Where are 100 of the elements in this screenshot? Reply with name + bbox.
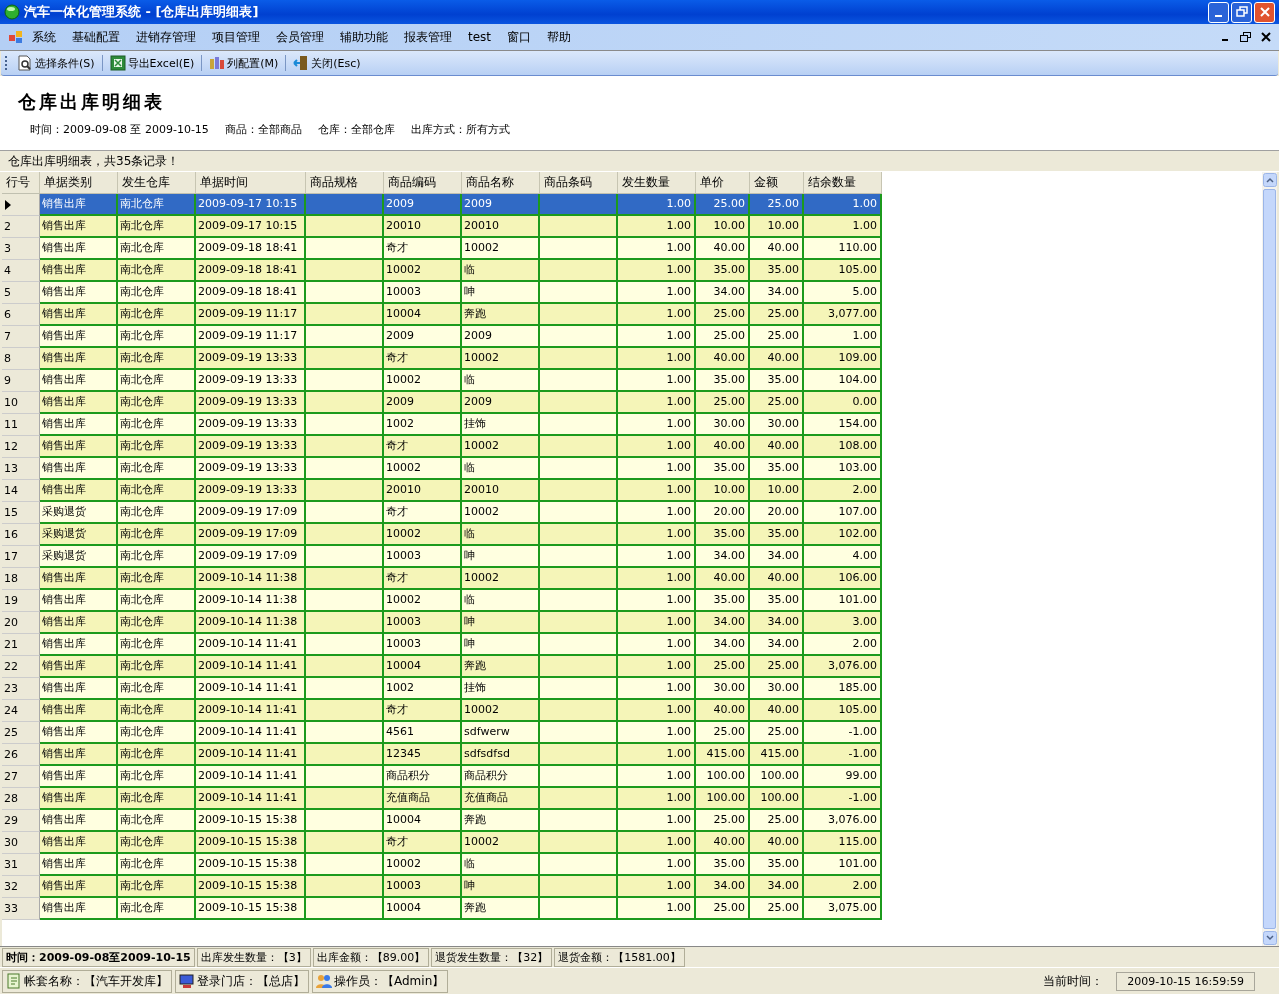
row-number: 31 bbox=[4, 856, 18, 873]
toolbar-button[interactable]: 关闭(Esc) bbox=[290, 54, 364, 72]
table-row[interactable]: 28 销售出库 南北仓库 2009-10-14 11:41 充值商品 充值商品 1.00 100.00 100.00 -1.00 bbox=[2, 788, 882, 810]
menu-item[interactable]: 帮助 bbox=[539, 26, 580, 48]
table-row[interactable]: 3 销售出库 南北仓库 2009-09-18 18:41 奇才 10002 1.00 40.00 40.00 110.00 bbox=[2, 238, 882, 260]
restore-button[interactable] bbox=[1231, 1, 1252, 23]
status-panel: 操作员：【Admin】 bbox=[312, 969, 449, 993]
menu-item[interactable]: 项目管理 bbox=[204, 26, 268, 48]
menu-item[interactable]: test bbox=[460, 28, 500, 46]
table-cell: 奇才 bbox=[386, 505, 408, 518]
table-row[interactable]: 5 销售出库 南北仓库 2009-09-18 18:41 10003 呻 1.00 34.00 34.00 5.00 bbox=[2, 282, 882, 304]
table-row[interactable]: 14 销售出库 南北仓库 2009-09-19 13:33 20010 20010 1.00 10.00 10.00 2.00 bbox=[2, 480, 882, 502]
table-cell: 4.00 bbox=[852, 549, 877, 562]
column-header[interactable]: 金额 bbox=[750, 172, 804, 193]
close-icon[interactable] bbox=[1261, 32, 1271, 42]
table-row[interactable]: 19 销售出库 南北仓库 2009-10-14 11:38 10002 临 1.00 35.00 35.00 101.00 bbox=[2, 590, 882, 612]
table-row[interactable]: 25 销售出库 南北仓库 2009-10-14 11:41 4561 sdfwerw 1.00 25.00 25.00 -1.00 bbox=[2, 722, 882, 744]
column-header[interactable]: 商品规格 bbox=[306, 172, 384, 193]
minimize-button[interactable] bbox=[1208, 1, 1229, 23]
table-row[interactable]: 26 销售出库 南北仓库 2009-10-14 11:41 12345 sdfsdfsd 1.00 415.00 415.00 -1.00 bbox=[2, 744, 882, 766]
table-row[interactable]: 31 销售出库 南北仓库 2009-10-15 15:38 10002 临 1.00 35.00 35.00 101.00 bbox=[2, 854, 882, 876]
table-row[interactable]: 24 销售出库 南北仓库 2009-10-14 11:41 奇才 10002 1.00 40.00 40.00 105.00 bbox=[2, 700, 882, 722]
table-row[interactable]: 15 采购退货 南北仓库 2009-09-19 17:09 奇才 10002 1.00 20.00 20.00 107.00 bbox=[2, 502, 882, 524]
table-cell: 奇才 bbox=[386, 351, 408, 364]
column-header[interactable]: 单据类别 bbox=[40, 172, 118, 193]
table-row[interactable]: 29 销售出库 南北仓库 2009-10-15 15:38 10004 奔跑 1.00 25.00 25.00 3,076.00 bbox=[2, 810, 882, 832]
menu-item[interactable]: 窗口 bbox=[499, 26, 540, 48]
table-row[interactable]: 22 销售出库 南北仓库 2009-10-14 11:41 10004 奔跑 1.00 25.00 25.00 3,076.00 bbox=[2, 656, 882, 678]
summary-field: 退货发生数量：【32】 bbox=[431, 947, 553, 967]
table-cell: 2009-09-19 13:33 bbox=[198, 395, 298, 408]
table-cell: 2009-10-14 11:41 bbox=[198, 747, 298, 760]
vertical-scrollbar[interactable] bbox=[1262, 172, 1277, 946]
restore-icon[interactable] bbox=[1240, 32, 1251, 42]
close-button[interactable] bbox=[1254, 1, 1275, 23]
menu-item[interactable]: 基础配置 bbox=[64, 26, 128, 48]
table-cell: 108.00 bbox=[838, 439, 877, 452]
column-header[interactable]: 发生数量 bbox=[618, 172, 696, 193]
toolbar-button[interactable]: 选择条件(S) bbox=[14, 54, 98, 72]
row-number: 16 bbox=[4, 526, 18, 543]
menu-item[interactable]: 进销存管理 bbox=[128, 26, 204, 48]
column-header[interactable]: 单价 bbox=[696, 172, 750, 193]
table-cell: 25.00 bbox=[713, 307, 745, 320]
table-cell: 40.00 bbox=[767, 241, 799, 254]
table-row[interactable]: 16 采购退货 南北仓库 2009-09-19 17:09 10002 临 1.00 35.00 35.00 102.00 bbox=[2, 524, 882, 546]
toolbar-button[interactable]: 列配置(M) bbox=[206, 54, 282, 72]
scroll-down-icon[interactable] bbox=[1262, 931, 1277, 945]
table-row[interactable]: 销售出库 南北仓库 2009-09-17 10:15 2009 2009 1.00 25.00 25.00 1.00 bbox=[2, 194, 882, 216]
columns-icon bbox=[209, 55, 226, 71]
menu-item[interactable]: 辅助功能 bbox=[332, 26, 396, 48]
table-row[interactable]: 18 销售出库 南北仓库 2009-10-14 11:38 奇才 10002 1.00 40.00 40.00 106.00 bbox=[2, 568, 882, 590]
table-cell: 10002 bbox=[464, 351, 499, 364]
table-row[interactable]: 11 销售出库 南北仓库 2009-09-19 13:33 1002 挂饰 1.00 30.00 30.00 154.00 bbox=[2, 414, 882, 436]
table-row[interactable]: 30 销售出库 南北仓库 2009-10-15 15:38 奇才 10002 1.00 40.00 40.00 115.00 bbox=[2, 832, 882, 854]
menu-item[interactable]: 系统 bbox=[24, 26, 64, 48]
summary-field: 出库发生数量：【3】 bbox=[196, 947, 311, 967]
row-number: 30 bbox=[4, 834, 18, 851]
row-number: 25 bbox=[4, 724, 18, 741]
table-row[interactable]: 6 销售出库 南北仓库 2009-09-19 11:17 10004 奔跑 1.00 25.00 25.00 3,077.00 bbox=[2, 304, 882, 326]
table-cell: 南北仓库 bbox=[120, 791, 164, 804]
table-row[interactable]: 33 销售出库 南北仓库 2009-10-15 15:38 10004 奔跑 1.00 25.00 25.00 3,075.00 bbox=[2, 898, 882, 920]
column-header[interactable]: 商品编码 bbox=[384, 172, 462, 193]
column-header[interactable]: 发生仓库 bbox=[118, 172, 196, 193]
column-header[interactable]: 结余数量 bbox=[804, 172, 882, 193]
table-cell: 35.00 bbox=[767, 527, 799, 540]
table-row[interactable]: 32 销售出库 南北仓库 2009-10-15 15:38 10003 呻 1.00 34.00 34.00 2.00 bbox=[2, 876, 882, 898]
table-row[interactable]: 8 销售出库 南北仓库 2009-09-19 13:33 奇才 10002 1.00 40.00 40.00 109.00 bbox=[2, 348, 882, 370]
table-row[interactable]: 2 销售出库 南北仓库 2009-09-17 10:15 20010 20010 1.00 10.00 10.00 1.00 bbox=[2, 216, 882, 238]
table-row[interactable]: 27 销售出库 南北仓库 2009-10-14 11:41 商品积分 商品积分 1.00 100.00 100.00 99.00 bbox=[2, 766, 882, 788]
table-cell: 30.00 bbox=[767, 417, 799, 430]
table-cell: 1.00 bbox=[666, 329, 691, 342]
table-cell: 10002 bbox=[386, 373, 421, 386]
table-cell: 销售出库 bbox=[42, 219, 86, 232]
scroll-up-icon[interactable] bbox=[1262, 173, 1277, 187]
menu-item[interactable]: 会员管理 bbox=[268, 26, 332, 48]
window-menu-icon[interactable] bbox=[8, 30, 24, 44]
table-row[interactable]: 4 销售出库 南北仓库 2009-09-18 18:41 10002 临 1.00 35.00 35.00 105.00 bbox=[2, 260, 882, 282]
table-cell: 2.00 bbox=[852, 637, 877, 650]
table-cell: 35.00 bbox=[767, 373, 799, 386]
column-header[interactable]: 行号 bbox=[2, 172, 40, 193]
table-row[interactable]: 10 销售出库 南北仓库 2009-09-19 13:33 2009 2009 1.00 25.00 25.00 0.00 bbox=[2, 392, 882, 414]
table-cell: 10.00 bbox=[767, 219, 799, 232]
row-number: 27 bbox=[4, 768, 18, 785]
row-number: 5 bbox=[4, 284, 11, 301]
column-header[interactable]: 商品条码 bbox=[540, 172, 618, 193]
table-cell: 1.00 bbox=[666, 725, 691, 738]
menu-item[interactable]: 报表管理 bbox=[396, 26, 460, 48]
column-header[interactable]: 单据时间 bbox=[196, 172, 306, 193]
column-header[interactable]: 商品名称 bbox=[462, 172, 540, 193]
table-cell: 采购退货 bbox=[42, 505, 86, 518]
table-cell: 销售出库 bbox=[42, 681, 86, 694]
table-row[interactable]: 9 销售出库 南北仓库 2009-09-19 13:33 10002 临 1.00 35.00 35.00 104.00 bbox=[2, 370, 882, 392]
table-row[interactable]: 21 销售出库 南北仓库 2009-10-14 11:41 10003 呻 1.00 34.00 34.00 2.00 bbox=[2, 634, 882, 656]
table-row[interactable]: 13 销售出库 南北仓库 2009-09-19 13:33 10002 临 1.00 35.00 35.00 103.00 bbox=[2, 458, 882, 480]
table-row[interactable]: 23 销售出库 南北仓库 2009-10-14 11:41 1002 挂饰 1.00 30.00 30.00 185.00 bbox=[2, 678, 882, 700]
table-row[interactable]: 7 销售出库 南北仓库 2009-09-19 11:17 2009 2009 1.00 25.00 25.00 1.00 bbox=[2, 326, 882, 348]
toolbar-button[interactable]: 导出Excel(E) bbox=[106, 54, 198, 72]
table-row[interactable]: 17 采购退货 南北仓库 2009-09-19 17:09 10003 呻 1.00 34.00 34.00 4.00 bbox=[2, 546, 882, 568]
table-row[interactable]: 20 销售出库 南北仓库 2009-10-14 11:38 10003 呻 1.00 34.00 34.00 3.00 bbox=[2, 612, 882, 634]
table-row[interactable]: 12 销售出库 南北仓库 2009-09-19 13:33 奇才 10002 1.00 40.00 40.00 108.00 bbox=[2, 436, 882, 458]
table-cell: 105.00 bbox=[838, 263, 877, 276]
